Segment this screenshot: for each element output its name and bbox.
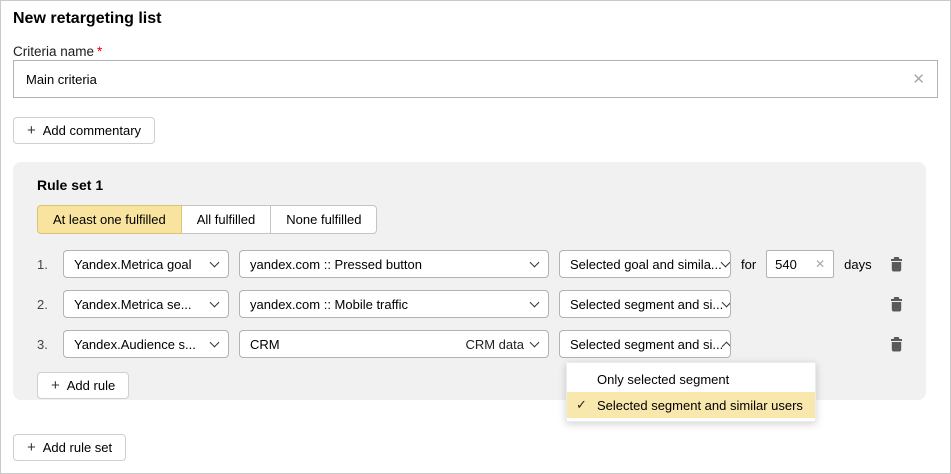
rule3-source-value: Yandex.Audience s... — [74, 337, 196, 352]
rule2-audience-value: Selected segment and si... — [570, 297, 723, 312]
add-rule-label: Add rule — [67, 378, 115, 393]
delete-rule-button[interactable] — [889, 256, 904, 272]
criteria-name-label-text: Criteria name — [13, 44, 94, 59]
days-label: days — [844, 257, 871, 272]
days-count-input[interactable]: 540 ✕ — [766, 250, 834, 278]
chevron-down-icon — [530, 297, 540, 307]
criteria-name-input[interactable]: Main criteria ✕ — [13, 60, 938, 98]
delete-rule-button[interactable] — [889, 336, 904, 352]
audience-dropdown-menu: Only selected segment ✓ Selected segment… — [566, 362, 816, 422]
chevron-down-icon — [210, 297, 220, 307]
add-rule-button[interactable]: + Add rule — [37, 372, 129, 399]
rule-row-3: 3. Yandex.Audience s... CRM CRM data Sel… — [37, 330, 904, 358]
rule3-source-select[interactable]: Yandex.Audience s... — [63, 330, 229, 358]
rule1-audience-select[interactable]: Selected goal and simila... — [559, 250, 731, 278]
rule3-audience-value: Selected segment and si... — [570, 337, 723, 352]
trash-icon — [889, 296, 904, 312]
rule2-audience-select[interactable]: Selected segment and si... — [559, 290, 731, 318]
rule1-source-value: Yandex.Metrica goal — [74, 257, 192, 272]
add-rule-set-label: Add rule set — [43, 440, 112, 455]
rule-set-title: Rule set 1 — [37, 177, 904, 193]
rule2-condition-value: yandex.com :: Mobile traffic — [250, 297, 408, 312]
menu-item-label: Selected segment and similar users — [597, 398, 803, 413]
menu-item-only-selected-segment[interactable]: Only selected segment — [567, 366, 815, 392]
clear-input-icon[interactable]: ✕ — [912, 70, 925, 88]
rule1-condition-value: yandex.com :: Pressed button — [250, 257, 422, 272]
rule2-condition-select[interactable]: yandex.com :: Mobile traffic — [239, 290, 549, 318]
match-mode-toggle-group: At least one fulfilled All fulfilled Non… — [37, 205, 904, 234]
rule2-source-select[interactable]: Yandex.Metrica se... — [63, 290, 229, 318]
rule-row-1: 1. Yandex.Metrica goal yandex.com :: Pre… — [37, 250, 904, 278]
match-mode-none[interactable]: None fulfilled — [270, 205, 377, 234]
rule-index: 3. — [37, 337, 53, 352]
plus-icon: + — [27, 439, 36, 456]
required-asterisk: * — [97, 44, 102, 59]
days-count-value: 540 — [775, 257, 797, 272]
rule1-condition-select[interactable]: yandex.com :: Pressed button — [239, 250, 549, 278]
criteria-name-value: Main criteria — [26, 72, 97, 87]
delete-rule-button[interactable] — [889, 296, 904, 312]
chevron-down-icon — [720, 257, 730, 267]
match-mode-at-least-one[interactable]: At least one fulfilled — [37, 205, 182, 234]
chevron-down-icon — [210, 337, 220, 347]
for-label: for — [741, 257, 756, 272]
add-commentary-button[interactable]: + Add commentary — [13, 117, 155, 144]
page-title: New retargeting list — [13, 10, 938, 28]
plus-icon: + — [27, 122, 36, 139]
add-rule-set-button[interactable]: + Add rule set — [13, 434, 126, 461]
rule3-condition-select[interactable]: CRM CRM data — [239, 330, 549, 358]
plus-icon: + — [51, 377, 60, 394]
add-commentary-label: Add commentary — [43, 123, 141, 138]
rule3-condition-value: CRM — [250, 337, 280, 352]
clear-days-icon[interactable]: ✕ — [815, 257, 825, 271]
menu-item-label: Only selected segment — [597, 372, 729, 387]
rule-index: 2. — [37, 297, 53, 312]
rule1-source-select[interactable]: Yandex.Metrica goal — [63, 250, 229, 278]
rule3-audience-select-open[interactable]: Selected segment and si... — [559, 330, 731, 358]
criteria-name-label: Criteria name* — [13, 44, 938, 60]
chevron-down-icon — [530, 257, 540, 267]
trash-icon — [889, 336, 904, 352]
rule-index: 1. — [37, 257, 53, 272]
menu-item-selected-segment-and-similar[interactable]: ✓ Selected segment and similar users — [567, 392, 815, 418]
chevron-down-icon — [210, 257, 220, 267]
match-mode-all[interactable]: All fulfilled — [181, 205, 272, 234]
condition-type-tag: CRM data — [465, 337, 524, 352]
new-retargeting-list-form: New retargeting list Criteria name* Main… — [0, 0, 951, 474]
rule1-audience-value: Selected goal and simila... — [570, 257, 722, 272]
rule2-source-value: Yandex.Metrica se... — [74, 297, 192, 312]
check-icon: ✓ — [576, 397, 597, 413]
trash-icon — [889, 256, 904, 272]
rule-row-2: 2. Yandex.Metrica se... yandex.com :: Mo… — [37, 290, 904, 318]
chevron-down-icon — [530, 337, 540, 347]
